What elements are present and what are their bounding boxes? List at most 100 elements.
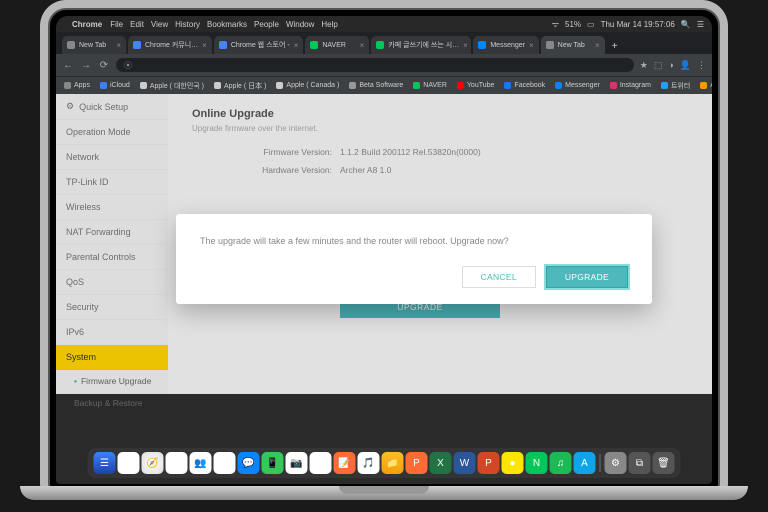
sidebar-item-quick-setup[interactable]: ⚙Quick Setup (56, 94, 168, 120)
sidebar-item-tp-link-id[interactable]: TP-Link ID (56, 170, 168, 195)
fw-version-label: Firmware Version: (192, 147, 332, 157)
dock-app-icon[interactable]: ⚙ (605, 452, 627, 474)
dock-app-icon[interactable]: 📁 (382, 452, 404, 474)
sidebar-item-operation-mode[interactable]: Operation Mode (56, 120, 168, 145)
sidebar-sub-backup-restore[interactable]: Backup & Restore (56, 392, 168, 414)
browser-tab[interactable]: Chrome 커뮤니…× (128, 36, 212, 54)
dock-app-icon[interactable]: 📱 (262, 452, 284, 474)
dock-app-icon[interactable]: ⧉ (629, 452, 651, 474)
extension-icon[interactable]: ★ (640, 60, 648, 71)
browser-tab[interactable]: Chrome 웹 스토어 -× (214, 36, 304, 54)
profile-icon[interactable]: 👤 (680, 60, 691, 71)
sidebar-item-security[interactable]: Security (56, 295, 168, 320)
close-tab-icon[interactable]: × (529, 41, 534, 50)
mac-menubar: Chrome File Edit View History Bookmarks Peopl… (56, 16, 712, 32)
dock-app-icon[interactable]: ● (502, 452, 524, 474)
menu-bookmarks[interactable]: Bookmarks (207, 20, 247, 29)
bookmark-item[interactable]: iCloud (100, 82, 130, 89)
battery-icon: ▭ (587, 20, 595, 29)
dock-app-icon[interactable]: 14 (310, 452, 332, 474)
close-tab-icon[interactable]: × (294, 41, 299, 50)
close-tab-icon[interactable]: × (595, 41, 600, 50)
dock-app-icon[interactable]: 📝 (334, 452, 356, 474)
back-icon[interactable]: ← (62, 60, 74, 71)
menu-people[interactable]: People (254, 20, 279, 29)
close-tab-icon[interactable]: × (202, 41, 207, 50)
dock-app-icon[interactable]: 📷 (286, 452, 308, 474)
reload-icon[interactable]: ⟳ (98, 60, 110, 71)
search-icon[interactable]: 🔍 (681, 20, 691, 29)
bookmark-item[interactable]: 트위터 (661, 81, 690, 91)
sidebar-item-qos[interactable]: QoS (56, 270, 168, 295)
dock-app-icon[interactable]: ✉ (166, 452, 188, 474)
dock-app-icon[interactable]: 🧭 (142, 452, 164, 474)
battery-pct: 51% (565, 20, 581, 29)
bookmark-item[interactable]: Apple ( Canada ) (276, 82, 339, 89)
fw-version-value: 1.1.2 Build 200112 Rel.53820n(0000) (340, 147, 481, 157)
dock-app-icon[interactable]: 💬 (238, 452, 260, 474)
menu-window[interactable]: Window (286, 20, 314, 29)
close-tab-icon[interactable]: × (116, 41, 121, 50)
browser-tab[interactable]: NAVER× (305, 36, 369, 54)
dock-app-icon[interactable]: 🗑 (653, 452, 675, 474)
bookmark-item[interactable]: NAVER (413, 82, 447, 89)
new-tab-button[interactable]: + (607, 38, 623, 54)
browser-tab[interactable]: Messenger× (473, 36, 538, 54)
page-title: Online Upgrade (192, 108, 688, 120)
router-admin-page: ⚙Quick SetupOperation ModeNetworkTP-Link… (56, 94, 712, 394)
confirm-upgrade-button[interactable]: UPGRADE (546, 266, 628, 288)
dock-app-icon[interactable]: 🗺 (214, 452, 236, 474)
menu-help[interactable]: Help (321, 20, 337, 29)
dock-app-icon[interactable]: ☰ (94, 452, 116, 474)
menu-icon[interactable]: ☰ (697, 20, 704, 29)
sidebar-item-wireless[interactable]: Wireless (56, 195, 168, 220)
dock-app-icon[interactable]: W (454, 452, 476, 474)
sidebar-item-parental-controls[interactable]: Parental Controls (56, 245, 168, 270)
browser-tab[interactable]: New Tab× (541, 36, 605, 54)
bookmark-item[interactable]: Apple ( 日本 ) (214, 81, 266, 91)
menu-edit[interactable]: Edit (130, 20, 144, 29)
bookmark-item[interactable]: Amazon (700, 82, 712, 89)
dock-app-icon[interactable]: P (406, 452, 428, 474)
dock-app-icon[interactable]: A (574, 452, 596, 474)
sidebar-item-ipv6[interactable]: IPv6 (56, 320, 168, 345)
laptop-frame: Chrome File Edit View History Bookmarks Peopl… (48, 8, 720, 492)
sidebar-item-network[interactable]: Network (56, 145, 168, 170)
bookmark-item[interactable]: Messenger (555, 82, 600, 89)
extension-icon[interactable]: ◑ (668, 60, 673, 71)
modal-message: The upgrade will take a few minutes and … (200, 236, 628, 246)
page-subtitle: Upgrade firmware over the internet. (192, 124, 688, 133)
extension-icon[interactable]: ⬚ (654, 60, 663, 71)
browser-tab[interactable]: 카페 글쓰기에 쓰는 시…× (371, 36, 471, 54)
menu-dots-icon[interactable]: ⋮ (697, 60, 706, 71)
sidebar-item-nat-forwarding[interactable]: NAT Forwarding (56, 220, 168, 245)
bookmark-item[interactable]: Beta Software (349, 82, 403, 89)
gear-icon: ⚙ (66, 101, 74, 112)
dock-app-icon[interactable]: 🎵 (358, 452, 380, 474)
bookmark-item[interactable]: YouTube (457, 82, 495, 89)
dock-app-icon[interactable] (118, 452, 140, 474)
bookmark-item[interactable]: Facebook (504, 82, 545, 89)
close-tab-icon[interactable]: × (463, 41, 468, 50)
omnibox[interactable]: ⦿ (116, 58, 634, 72)
dock-app-icon[interactable]: X (430, 452, 452, 474)
wifi-icon[interactable]: ᯤ (552, 19, 559, 30)
menu-history[interactable]: History (175, 20, 200, 29)
menu-file[interactable]: File (110, 20, 123, 29)
menu-app[interactable]: Chrome (72, 20, 102, 29)
dock-app-icon[interactable]: 👥 (190, 452, 212, 474)
chrome-window: New Tab×Chrome 커뮤니…×Chrome 웹 스토어 -×NAVER… (56, 32, 712, 394)
sidebar-item-system[interactable]: System (56, 345, 168, 370)
cancel-button[interactable]: CANCEL (462, 266, 536, 288)
bookmark-item[interactable]: Apps (64, 82, 90, 89)
close-tab-icon[interactable]: × (360, 41, 365, 50)
dock-app-icon[interactable]: P (478, 452, 500, 474)
bookmark-item[interactable]: Instagram (610, 82, 651, 89)
dock-app-icon[interactable]: N (526, 452, 548, 474)
bookmark-item[interactable]: Apple ( 대한민국 ) (140, 81, 204, 91)
forward-icon[interactable]: → (80, 60, 92, 71)
browser-tab[interactable]: New Tab× (62, 36, 126, 54)
sidebar-sub-firmware-upgrade[interactable]: Firmware Upgrade (56, 370, 168, 392)
dock-app-icon[interactable]: ♫ (550, 452, 572, 474)
menu-view[interactable]: View (151, 20, 168, 29)
